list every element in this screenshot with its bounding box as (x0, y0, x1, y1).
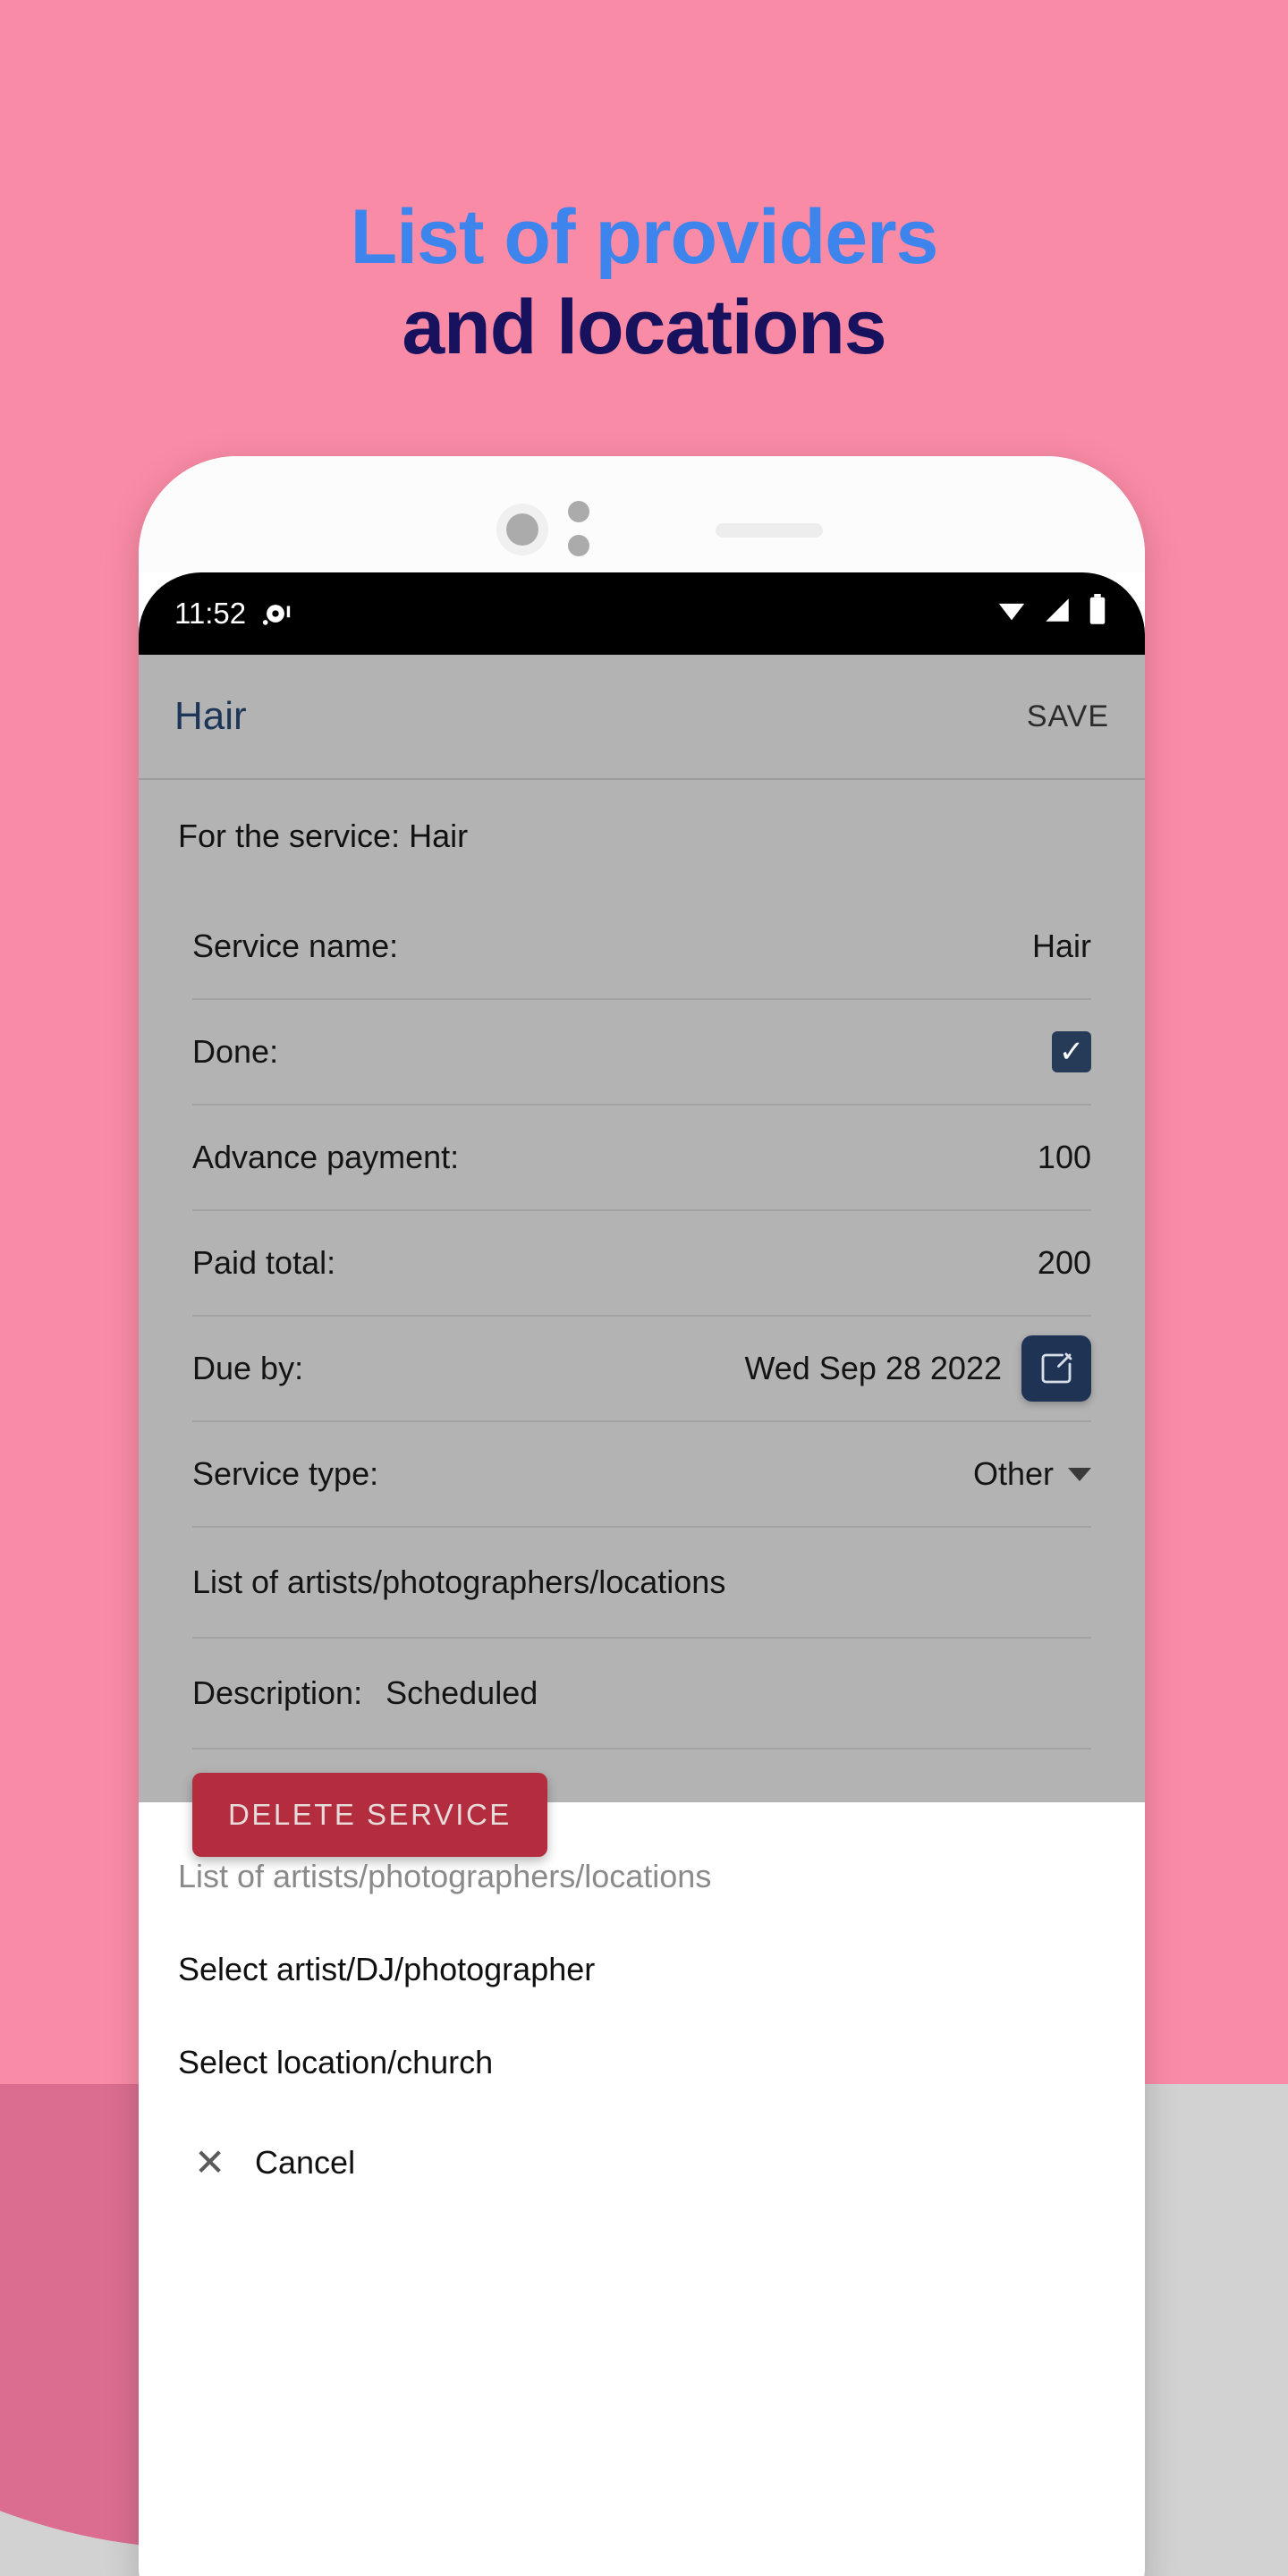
row-value: Hair (1031, 928, 1091, 964)
row-label: Due by: (192, 1350, 304, 1386)
row-list-link[interactable]: List of artists/photographers/locations (192, 1528, 1091, 1639)
sheet-cancel-button[interactable]: ✕ Cancel (178, 2081, 1106, 2184)
camera-notification-icon (260, 598, 291, 629)
save-button[interactable]: SAVE (1027, 699, 1109, 734)
sheet-option-location[interactable]: Select location/church (178, 1988, 1106, 2081)
app-bar: Hair SAVE (139, 655, 1145, 780)
service-form: For the service: Hair Service name: Hair… (139, 780, 1145, 1857)
page-title: Hair (174, 694, 247, 738)
list-link-label: List of artists/photographers/locations (192, 1563, 726, 1600)
promo-heading-line2: and locations (402, 284, 886, 371)
row-label: Done: (192, 1033, 279, 1070)
battery-icon (1086, 594, 1109, 633)
chevron-down-icon[interactable] (1068, 1467, 1091, 1481)
edit-date-button[interactable] (1021, 1335, 1091, 1402)
description-label: Description: (192, 1674, 363, 1711)
front-camera-icon (496, 504, 548, 555)
sheet-option-artist[interactable]: Select artist/DJ/photographer (178, 1895, 1106, 1988)
row-service-name[interactable]: Service name: Hair (192, 894, 1091, 1000)
row-description[interactable]: Description: Scheduled (192, 1639, 1091, 1750)
row-label: Paid total: (192, 1244, 336, 1281)
status-bar-left: 11:52 (174, 597, 291, 631)
description-value: Scheduled (386, 1674, 538, 1711)
promo-heading-line1: List of providers (350, 194, 939, 280)
row-label: Service type: (192, 1455, 379, 1492)
sheet-cancel-label: Cancel (255, 2143, 356, 2181)
row-label: Service name: (192, 928, 399, 964)
row-advance-payment[interactable]: Advance payment: 100 (192, 1106, 1091, 1211)
status-bar-right (995, 594, 1109, 633)
row-value: 200 (1037, 1244, 1091, 1281)
due-date-value: Wed Sep 28 2022 (744, 1350, 1002, 1386)
close-icon: ✕ (194, 2141, 226, 2183)
service-type-value: Other (972, 1455, 1054, 1492)
promo-heading: List of providers and locations (0, 192, 1288, 374)
earpiece-speaker-icon (716, 523, 823, 538)
status-bar-clock: 11:52 (174, 597, 247, 630)
row-service-type[interactable]: Service type: Other (192, 1422, 1091, 1528)
row-label: Advance payment: (192, 1139, 460, 1175)
delete-service-button[interactable]: DELETE SERVICE (192, 1773, 547, 1857)
row-value: 100 (1037, 1139, 1091, 1175)
bottom-sheet: List of artists/photographers/locations … (139, 1802, 1145, 2576)
done-checkbox[interactable]: ✓ (1052, 1031, 1091, 1072)
phone-top-bezel (139, 456, 1145, 572)
status-bar: 11:52 (139, 572, 1145, 655)
phone-mockup: 11:52 Hair SAVE For the service: Hair Se… (139, 456, 1145, 2576)
promo-screenshot: List of providers and locations 11:52 Ha… (0, 0, 1288, 2576)
signal-icon (1041, 595, 1073, 632)
phone-screen: 11:52 Hair SAVE For the service: Hair Se… (139, 572, 1145, 2576)
row-due-by[interactable]: Due by: Wed Sep 28 2022 (192, 1317, 1091, 1422)
wifi-icon (995, 595, 1029, 632)
form-heading: For the service: Hair (178, 818, 469, 854)
sensor-dots-icon (568, 501, 591, 556)
row-paid-total[interactable]: Paid total: 200 (192, 1211, 1091, 1317)
row-done[interactable]: Done: ✓ (192, 1000, 1091, 1106)
